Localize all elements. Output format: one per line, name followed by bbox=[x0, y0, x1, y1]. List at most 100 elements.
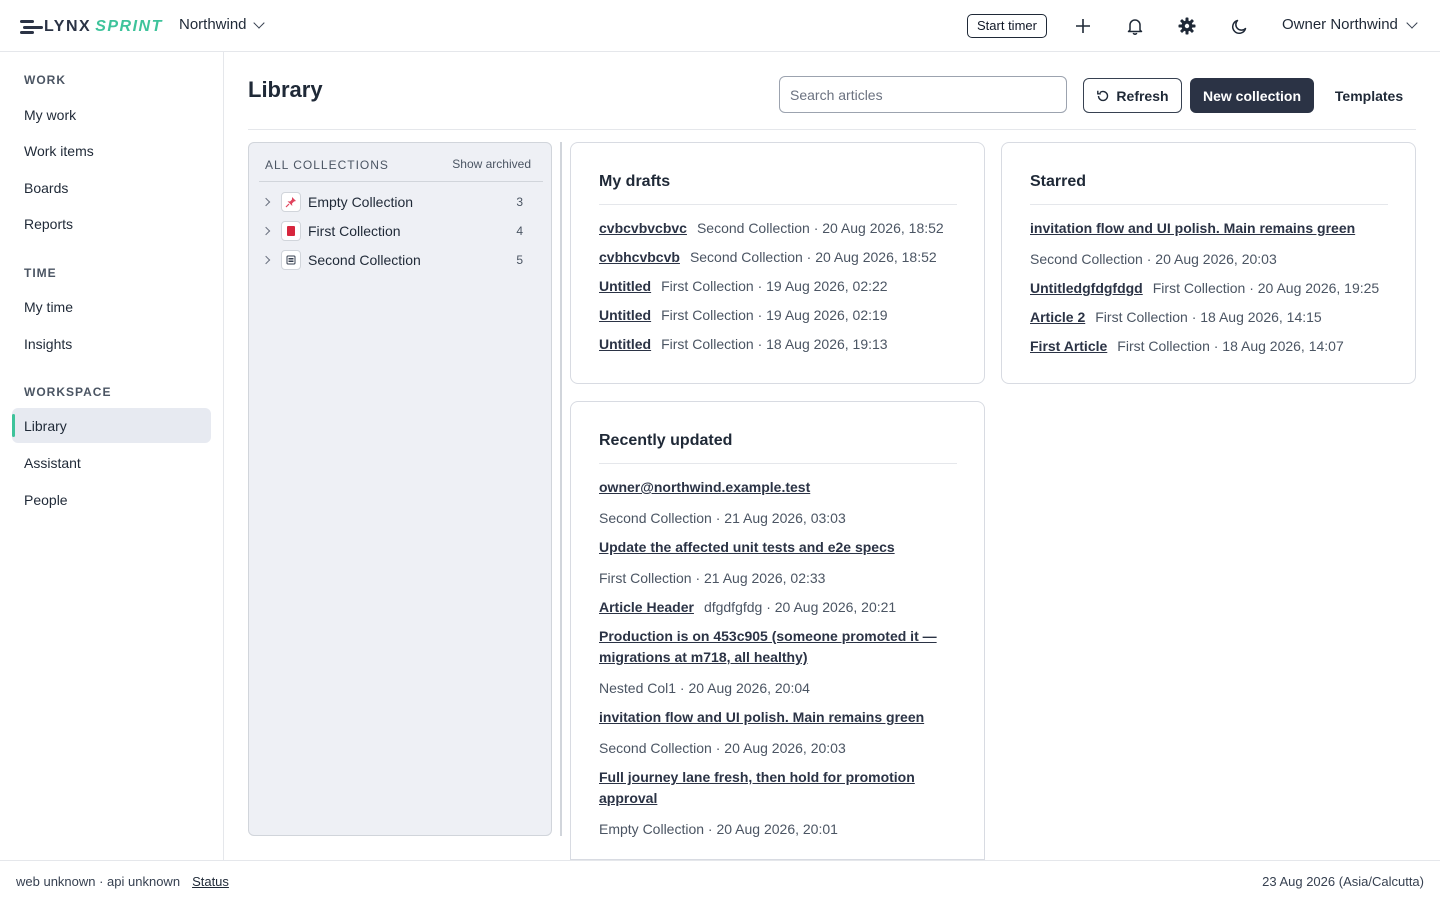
article-link[interactable]: Untitled bbox=[599, 336, 651, 352]
article-meta: dfgdfgfdg · 20 Aug 2026, 20:21 bbox=[703, 599, 897, 615]
chevron-right-icon[interactable] bbox=[261, 197, 271, 207]
sidebar-section-work: WORK bbox=[24, 73, 66, 87]
user-menu[interactable]: Owner Northwind bbox=[1282, 16, 1418, 33]
article-meta: Second Collection · 20 Aug 2026, 20:03 bbox=[1030, 251, 1277, 267]
article-link[interactable]: First Article bbox=[1030, 338, 1107, 354]
list-item: invitation flow and UI polish. Main rema… bbox=[599, 707, 934, 728]
article-meta: First Collection · 20 Aug 2026, 19:25 bbox=[1152, 280, 1380, 296]
article-link[interactable]: Untitled bbox=[599, 278, 651, 294]
list-item: invitation flow and UI polish. Main rema… bbox=[1030, 218, 1365, 239]
card-title: Recently updated bbox=[599, 432, 733, 449]
show-archived-toggle[interactable]: Show archived bbox=[452, 157, 531, 171]
recently-updated-card: Recently updated owner@northwind.example… bbox=[570, 401, 985, 860]
new-collection-button[interactable]: New collection bbox=[1190, 78, 1314, 113]
book-icon bbox=[281, 221, 301, 241]
chevron-down-icon bbox=[252, 16, 265, 29]
sidebar-item-library[interactable]: Library bbox=[12, 408, 211, 443]
list-item: Untitled First Collection · 19 Aug 2026, … bbox=[599, 276, 888, 297]
article-link[interactable]: owner@northwind.example.test bbox=[599, 479, 810, 495]
sidebar-item-boards[interactable]: Boards bbox=[12, 170, 211, 205]
collection-row-empty[interactable]: Empty Collection 3 bbox=[259, 188, 543, 216]
main-content: Library Refresh New collection Templates… bbox=[224, 52, 1440, 860]
plus-icon[interactable] bbox=[1071, 14, 1095, 38]
sidebar-item-people[interactable]: People bbox=[12, 482, 211, 517]
footer: web unknown · api unknown Status 23 Aug 2… bbox=[0, 860, 1440, 900]
sidebar-item-assistant[interactable]: Assistant bbox=[12, 445, 211, 480]
sidebar-item-work-items[interactable]: Work items bbox=[12, 133, 211, 168]
list-item: Production is on 453c905 (someone promot… bbox=[599, 626, 939, 668]
org-switcher[interactable]: Northwind bbox=[179, 16, 265, 33]
article-meta: First Collection · 18 Aug 2026, 19:13 bbox=[661, 336, 888, 352]
sidebar: WORK My work Work items Boards Reports T… bbox=[0, 52, 224, 860]
collections-panel: ALL COLLECTIONS Show archived Empty Coll… bbox=[248, 142, 552, 836]
article-link[interactable]: cvbhcvbcvb bbox=[599, 249, 680, 265]
article-link[interactable]: Update the affected unit tests and e2e s… bbox=[599, 539, 895, 555]
list-item: cvbcvbvcbvc Second Collection · 20 Aug 20… bbox=[599, 218, 944, 239]
page-title: Library bbox=[248, 77, 323, 102]
article-link[interactable]: Article 2 bbox=[1030, 309, 1085, 325]
gear-icon[interactable] bbox=[1175, 14, 1199, 38]
sidebar-item-my-work[interactable]: My work bbox=[12, 97, 211, 132]
article-meta: Empty Collection · 20 Aug 2026, 20:01 bbox=[599, 821, 838, 837]
article-link[interactable]: Production is on 453c905 (someone promot… bbox=[599, 628, 937, 665]
article-link[interactable]: cvbcvbvcbvc bbox=[599, 220, 687, 236]
moon-icon[interactable] bbox=[1227, 14, 1251, 38]
article-link[interactable]: invitation flow and UI polish. Main rema… bbox=[1030, 220, 1355, 236]
list-item: Second Collection · 21 Aug 2026, 03:03 bbox=[599, 508, 846, 529]
card-title: Starred bbox=[1030, 173, 1087, 190]
article-meta: Second Collection · 20 Aug 2026, 18:52 bbox=[696, 220, 944, 236]
org-name: Northwind bbox=[179, 16, 247, 33]
collections-divider bbox=[259, 181, 543, 182]
list-item: Full journey lane fresh, then hold for p… bbox=[599, 767, 919, 809]
list-item: Second Collection · 20 Aug 2026, 20:03 bbox=[599, 738, 846, 759]
list-item: Update the affected unit tests and e2e s… bbox=[599, 537, 905, 558]
article-meta: Second Collection · 20 Aug 2026, 18:52 bbox=[689, 249, 937, 265]
article-link[interactable]: Full journey lane fresh, then hold for p… bbox=[599, 769, 915, 806]
status-link[interactable]: Status bbox=[192, 874, 229, 889]
article-link[interactable]: Article Header bbox=[599, 599, 694, 615]
list-icon bbox=[281, 250, 301, 270]
chevron-down-icon bbox=[1406, 16, 1418, 29]
article-link[interactable]: Untitledgfdgfdgd bbox=[1030, 280, 1143, 296]
templates-button[interactable]: Templates bbox=[1328, 78, 1410, 113]
list-item: Untitled First Collection · 19 Aug 2026, … bbox=[599, 305, 888, 326]
refresh-label: Refresh bbox=[1116, 87, 1169, 104]
pin-icon bbox=[281, 192, 301, 212]
article-link[interactable]: invitation flow and UI polish. Main rema… bbox=[599, 709, 924, 725]
panel-resize-handle[interactable] bbox=[560, 142, 562, 836]
collection-row-second[interactable]: Second Collection 5 bbox=[259, 246, 543, 274]
logo-text-lynx: LYNX bbox=[44, 18, 92, 35]
sidebar-item-insights[interactable]: Insights bbox=[12, 326, 211, 361]
article-meta: First Collection · 21 Aug 2026, 02:33 bbox=[599, 570, 826, 586]
app-logo[interactable]: LYNX SPRINT bbox=[20, 16, 163, 38]
collections-heading: ALL COLLECTIONS bbox=[265, 158, 389, 172]
chevron-right-icon[interactable] bbox=[261, 226, 271, 236]
logo-text-sprint: SPRINT bbox=[95, 18, 163, 35]
footer-versions: web unknown · api unknown Status bbox=[16, 874, 229, 889]
search-input[interactable] bbox=[779, 76, 1067, 113]
list-item: First Article First Collection · 18 Aug 2… bbox=[1030, 336, 1344, 357]
article-meta: Second Collection · 21 Aug 2026, 03:03 bbox=[599, 510, 846, 526]
list-item: Article 2 First Collection · 18 Aug 2026,… bbox=[1030, 307, 1322, 328]
version-text: web unknown · api unknown bbox=[16, 874, 181, 889]
footer-date: 23 Aug 2026 (Asia/Calcutta) bbox=[1262, 874, 1424, 889]
sidebar-item-my-time[interactable]: My time bbox=[12, 289, 211, 324]
start-timer-button[interactable]: Start timer bbox=[967, 14, 1047, 38]
collection-name: First Collection bbox=[308, 223, 401, 239]
article-meta: First Collection · 18 Aug 2026, 14:07 bbox=[1117, 338, 1344, 354]
sidebar-item-reports[interactable]: Reports bbox=[12, 206, 211, 241]
chevron-right-icon[interactable] bbox=[261, 255, 271, 265]
list-item: Second Collection · 20 Aug 2026, 20:03 bbox=[1030, 249, 1277, 270]
collection-row-first[interactable]: First Collection 4 bbox=[259, 217, 543, 245]
list-item: cvbhcvbcvb Second Collection · 20 Aug 202… bbox=[599, 247, 937, 268]
list-item: Article Header dfgdfgfdg · 20 Aug 2026, 2… bbox=[599, 597, 896, 618]
article-link[interactable]: Untitled bbox=[599, 307, 651, 323]
refresh-icon bbox=[1097, 90, 1109, 101]
collection-name: Second Collection bbox=[308, 252, 421, 268]
list-item: Empty Collection · 20 Aug 2026, 20:01 bbox=[599, 819, 838, 840]
starred-card: Starred invitation flow and UI polish. M… bbox=[1001, 142, 1416, 384]
refresh-button[interactable]: Refresh bbox=[1083, 78, 1182, 113]
bell-icon[interactable] bbox=[1123, 14, 1147, 38]
card-title: My drafts bbox=[599, 173, 671, 190]
sidebar-section-time: TIME bbox=[24, 266, 57, 280]
